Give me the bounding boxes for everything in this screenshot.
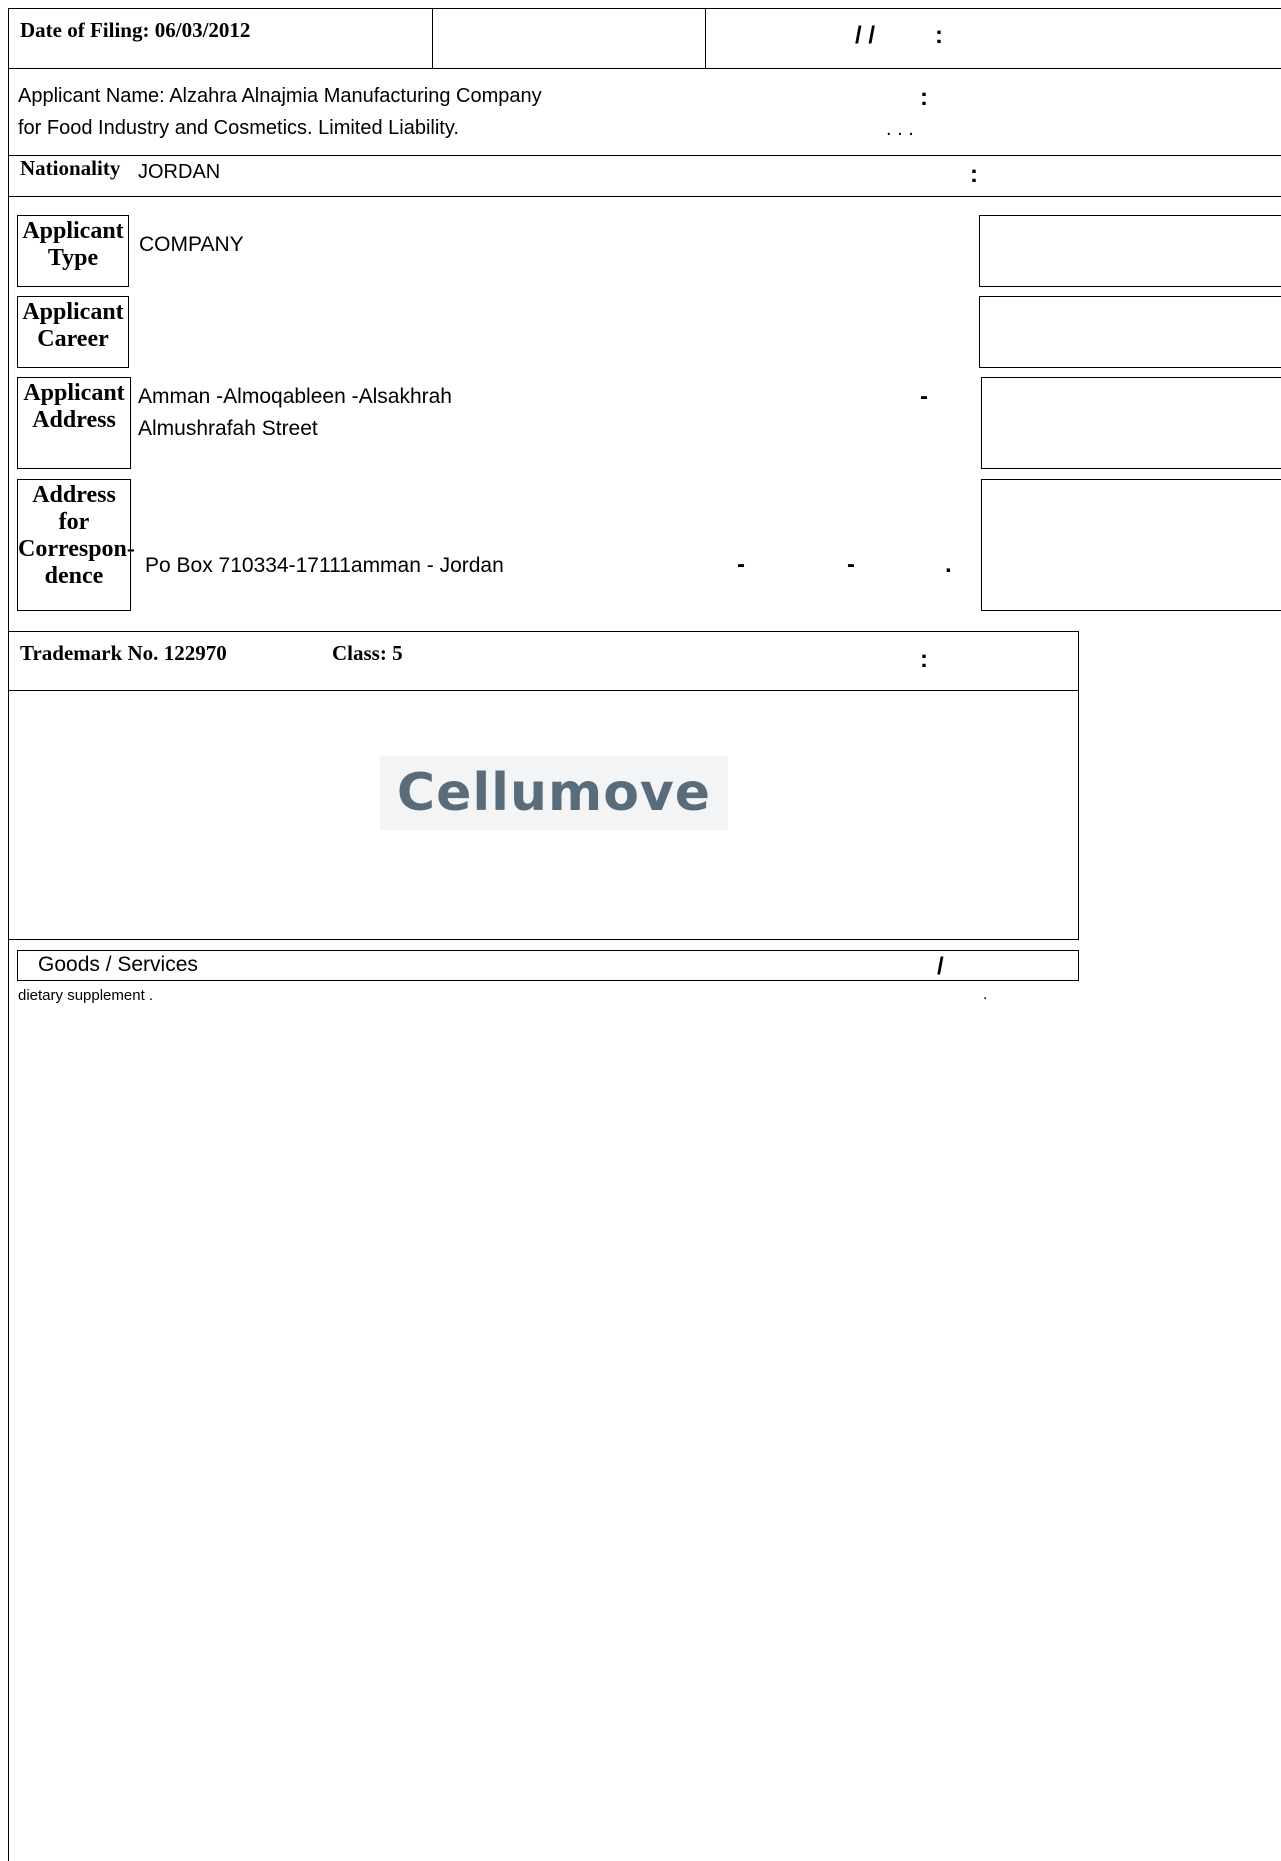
goods-header-ar-slash: / xyxy=(937,953,944,980)
goods-item-ar-dot: . xyxy=(983,986,988,1003)
applicant-address-label: Applicant Address xyxy=(17,377,131,469)
correspondence-value: Po Box 710334-17111amman - Jordan xyxy=(145,554,504,577)
goods-item: dietary supplement . xyxy=(18,987,154,1004)
applicant-name-bottom-rule xyxy=(8,155,1281,156)
filing-date-value: 06/03/2012 xyxy=(154,18,251,42)
applicant-address-line1: Amman -Almoqableen -Alsakhrah xyxy=(138,385,452,408)
correspondence-ar-dot: . xyxy=(945,551,952,578)
nationality-label: Nationality xyxy=(20,156,121,180)
trademark-logo: Cellumove xyxy=(380,756,728,830)
applicant-name-line1: Applicant Name: Alzahra Alnajmia Manufac… xyxy=(18,85,542,107)
correspondence-ar-dash-1: - xyxy=(737,551,745,578)
nationality-value: JORDAN xyxy=(138,161,221,183)
trademark-label: Trademark No. 122970 xyxy=(20,641,227,665)
trademark-logo-text: Cellumove xyxy=(396,763,712,823)
filing-date-ar: / / xyxy=(855,22,876,49)
trademark-class: Class: 5 xyxy=(332,641,403,665)
applicant-type-value: COMPANY xyxy=(139,233,244,256)
trademark-number: 122970 xyxy=(163,641,227,665)
trademark-ar-colon: : xyxy=(920,646,928,673)
filing-divider-2 xyxy=(705,8,706,69)
trademark-class-value: 5 xyxy=(392,641,403,665)
goods-left-rule xyxy=(8,940,9,1861)
applicant-address-ar-label xyxy=(981,377,1281,469)
details-left-rule xyxy=(8,196,9,631)
goods-header: Goods / Services xyxy=(38,953,198,976)
nationality-ar-colon: : xyxy=(970,161,978,188)
filing-date-ar-colon: : xyxy=(935,22,943,49)
correspondence-ar-dash-2: - xyxy=(847,551,855,578)
filing-date-label: Date of Filing: 06/03/2012 xyxy=(20,18,251,42)
applicant-name-ar-colon: : xyxy=(920,84,928,111)
applicant-name-ar-dots: . . . xyxy=(886,118,914,140)
correspondence-ar-label xyxy=(981,479,1281,611)
applicant-career-ar-label xyxy=(979,296,1281,368)
applicant-name-line2: for Food Industry and Cosmetics. Limited… xyxy=(18,117,459,139)
filing-divider-1 xyxy=(432,8,433,69)
applicant-address-line2: Almushrafah Street xyxy=(138,417,318,440)
applicant-type-ar-label xyxy=(979,215,1281,287)
applicant-left-rule xyxy=(8,69,9,196)
nationality-bottom-rule xyxy=(8,196,1281,197)
applicant-address-ar-dash: - xyxy=(920,383,928,410)
applicant-career-label: Applicant Career xyxy=(17,296,129,368)
correspondence-label: Address for Correspon- dence xyxy=(17,479,135,611)
applicant-type-label: Applicant Type xyxy=(17,215,129,287)
